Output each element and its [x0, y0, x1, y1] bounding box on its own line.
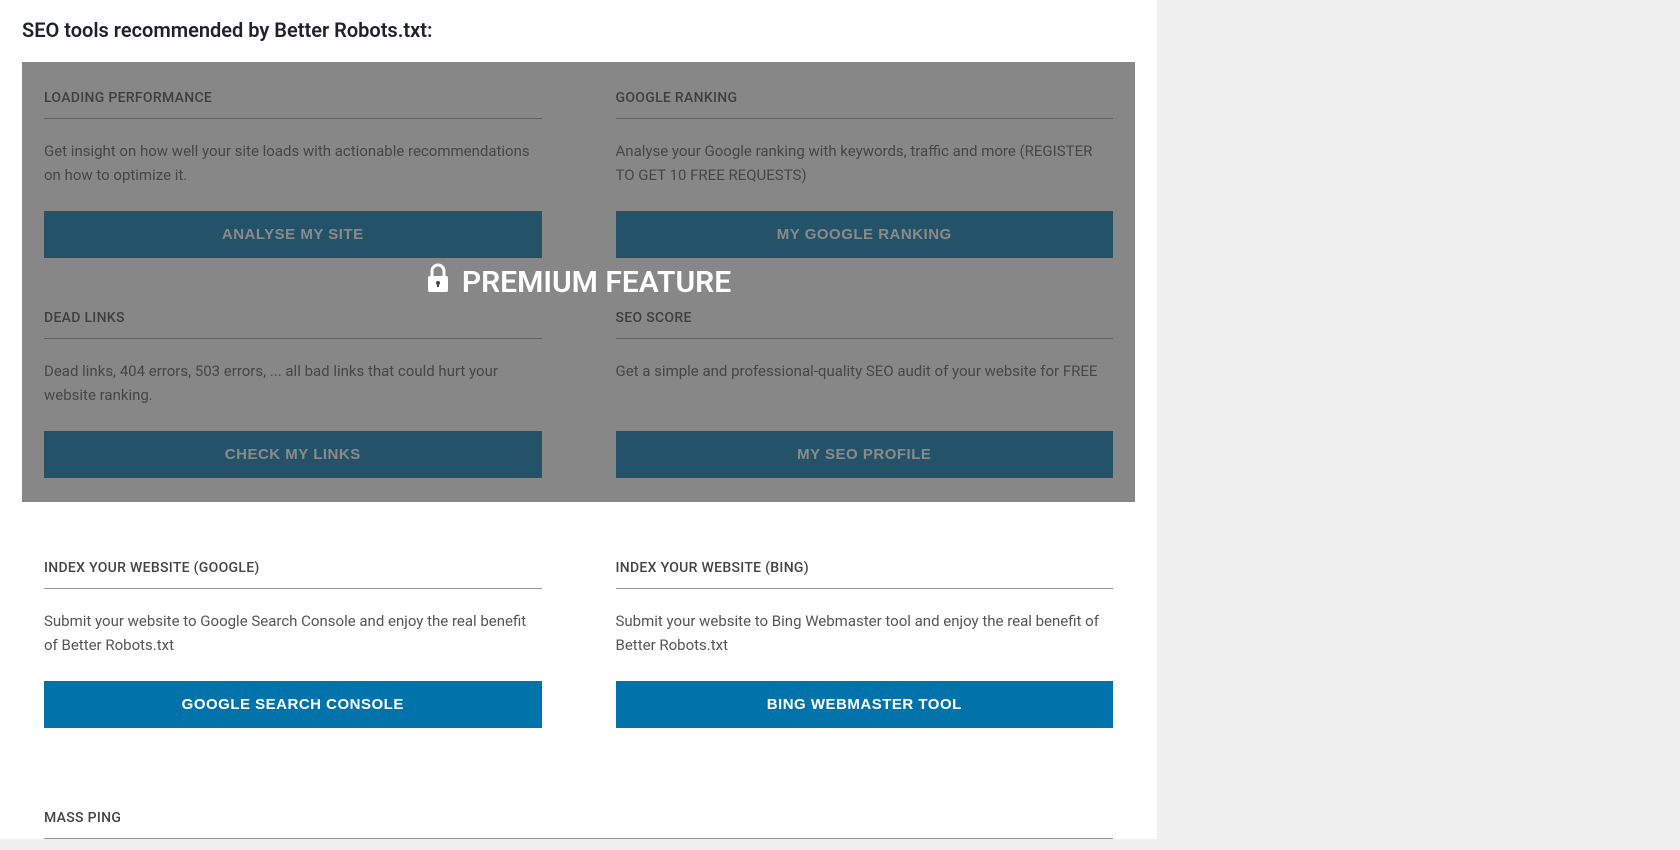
premium-overlay[interactable]: PREMIUM FEATURE — [22, 62, 1135, 502]
premium-overlay-text: PREMIUM FEATURE — [462, 265, 731, 300]
card-mass-ping: MASS PING — [22, 782, 1135, 839]
card-index-google: INDEX YOUR WEBSITE (GOOGLE) Submit your … — [22, 532, 564, 752]
card-title: INDEX YOUR WEBSITE (BING) — [616, 560, 1114, 589]
card-description: Submit your website to Bing Webmaster to… — [616, 609, 1114, 657]
lock-icon — [426, 263, 450, 301]
sidebar-right — [1157, 0, 1680, 839]
card-title: INDEX YOUR WEBSITE (GOOGLE) — [44, 560, 542, 589]
card-description: Submit your website to Google Search Con… — [44, 609, 542, 657]
bottom-cards-row: INDEX YOUR WEBSITE (GOOGLE) Submit your … — [22, 532, 1135, 752]
card-title: MASS PING — [44, 810, 1113, 839]
main-content: SEO tools recommended by Better Robots.t… — [0, 0, 1157, 839]
card-index-bing: INDEX YOUR WEBSITE (BING) Submit your we… — [594, 532, 1136, 752]
google-search-console-button[interactable]: GOOGLE SEARCH CONSOLE — [44, 681, 542, 728]
page-title: SEO tools recommended by Better Robots.t… — [22, 0, 1135, 62]
premium-container: PREMIUM FEATURE LOADING PERFORMANCE Get … — [22, 62, 1135, 502]
premium-label: PREMIUM FEATURE — [426, 263, 731, 301]
bing-webmaster-tool-button[interactable]: BING WEBMASTER TOOL — [616, 681, 1114, 728]
